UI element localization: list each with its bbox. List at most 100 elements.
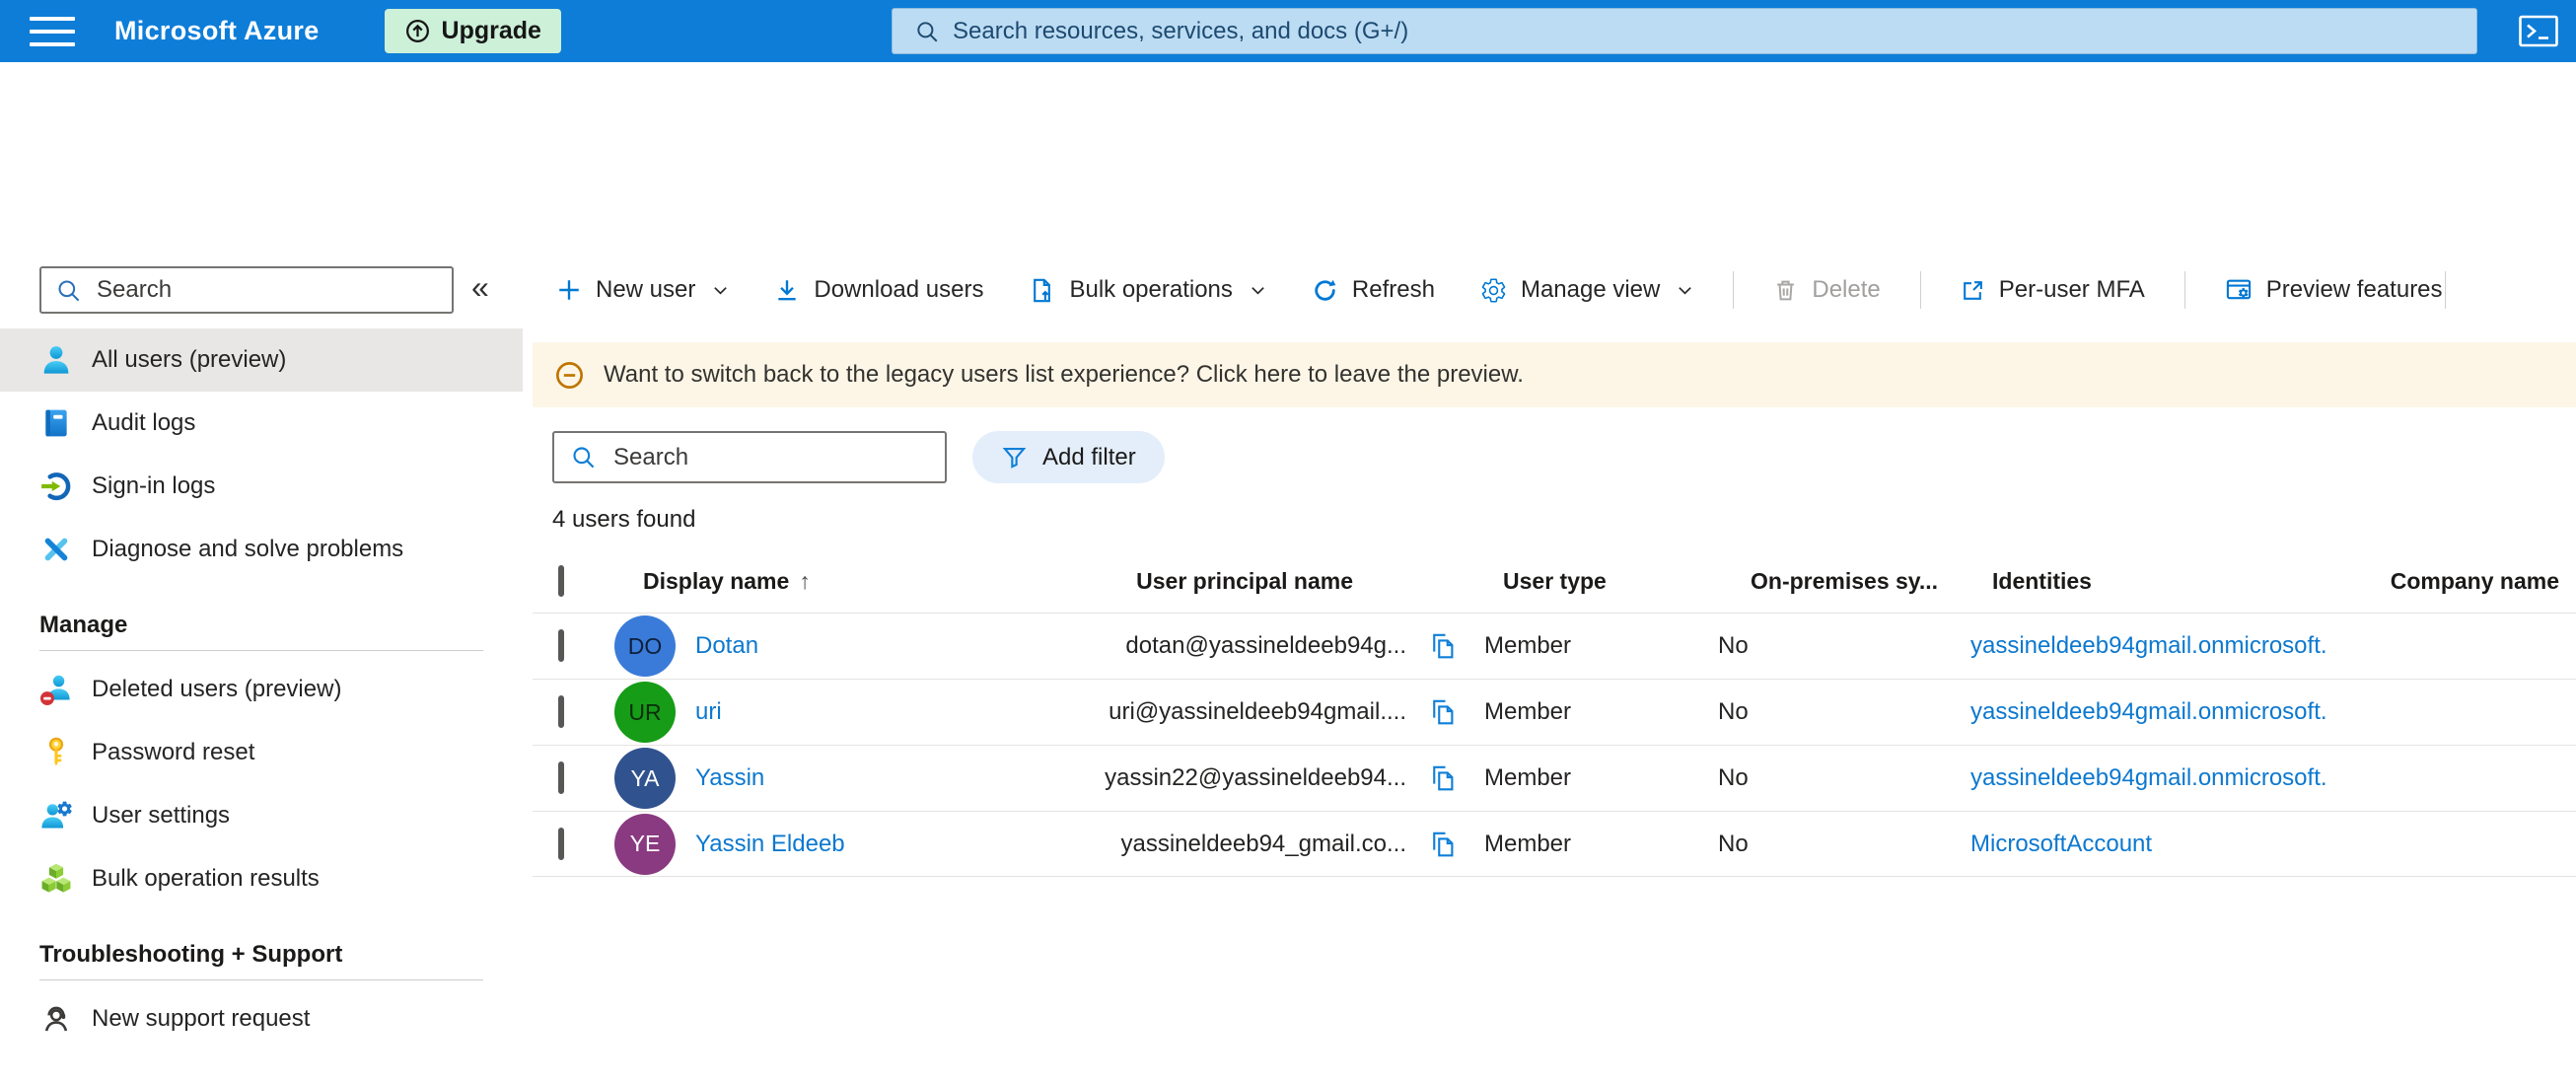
section-divider (39, 979, 483, 980)
identities-link[interactable]: yassineldeeb94gmail.onmicrosoft. (1970, 698, 2327, 725)
chevron-down-icon (1677, 282, 1693, 299)
on-premises-cell: No (1718, 632, 1749, 659)
sidebar-item-label: Diagnose and solve problems (92, 536, 404, 562)
table-header-row: Display name ↑ User principal name User … (533, 550, 2576, 613)
upn-cell: yassin22@yassineldeeb94... (1105, 764, 1406, 791)
document-arrow-icon (1029, 277, 1055, 304)
row-checkbox[interactable] (558, 761, 564, 794)
collapse-sidebar-icon[interactable]: « (471, 269, 489, 306)
identities-link[interactable]: yassineldeeb94gmail.onmicrosoft. (1970, 632, 2327, 659)
avatar: YA (614, 748, 676, 809)
display-name-link[interactable]: uri (695, 698, 722, 725)
user-type-cell: Member (1484, 764, 1572, 791)
main-content: New user Download users Bulk operations (533, 62, 2576, 1085)
download-icon (774, 277, 800, 303)
toolbar-divider (2183, 271, 2185, 309)
identities-link[interactable]: MicrosoftAccount (1970, 831, 2152, 857)
cloud-shell-icon[interactable] (2519, 15, 2558, 47)
select-all-checkbox[interactable] (558, 565, 564, 597)
external-link-icon (1961, 278, 1985, 303)
per-user-mfa-button[interactable]: Per-user MFA (1961, 276, 2145, 304)
copy-icon[interactable] (1412, 697, 1479, 727)
preview-banner: Want to switch back to the legacy users … (533, 342, 2576, 407)
on-premises-cell: No (1718, 830, 1749, 857)
chevron-down-icon (712, 282, 729, 299)
row-checkbox[interactable] (558, 629, 564, 662)
new-user-button[interactable]: New user (556, 276, 729, 304)
sidebar-item-label: Deleted users (preview) (92, 676, 342, 702)
display-name-link[interactable]: Yassin (695, 764, 764, 791)
refresh-button[interactable]: Refresh (1312, 276, 1435, 304)
on-premises-cell: No (1718, 764, 1749, 791)
users-table: Display name ↑ User principal name User … (533, 550, 2576, 877)
table-row: DO Dotan dotan@yassineldeeb94g... Member… (533, 613, 2576, 679)
column-header-user-type[interactable]: User type (1479, 568, 1716, 595)
sidebar-search-input[interactable] (97, 276, 422, 304)
display-name-link[interactable]: Yassin Eldeeb (695, 831, 845, 857)
column-header-identities[interactable]: Identities (1968, 568, 2367, 595)
sidebar-item-password-reset[interactable]: Password reset (0, 721, 523, 784)
sidebar-item-label: New support request (92, 1005, 311, 1032)
download-users-button[interactable]: Download users (774, 276, 983, 304)
display-name-link[interactable]: Dotan (695, 632, 758, 659)
add-filter-button[interactable]: Add filter (972, 431, 1165, 483)
preview-features-button[interactable]: Preview features (2225, 276, 2443, 304)
upgrade-button[interactable]: Upgrade (384, 9, 561, 53)
sidebar: « All users (preview) Audit logs (0, 62, 523, 1085)
sidebar-item-all-users[interactable]: All users (preview) (0, 328, 523, 392)
key-icon (39, 736, 73, 769)
per-user-mfa-label: Per-user MFA (1998, 276, 2145, 303)
sidebar-item-user-settings[interactable]: User settings (0, 784, 523, 847)
copy-icon[interactable] (1412, 830, 1479, 859)
download-users-label: Download users (814, 276, 984, 303)
sidebar-item-deleted-users[interactable]: Deleted users (preview) (0, 658, 523, 721)
upn-cell: dotan@yassineldeeb94g... (1125, 632, 1406, 659)
manage-view-label: Manage view (1520, 276, 1661, 303)
sidebar-item-new-support-request[interactable]: New support request (0, 987, 523, 1050)
column-header-on-premises[interactable]: On-premises sy... (1716, 568, 1968, 595)
table-search-input[interactable] (613, 443, 909, 471)
row-checkbox[interactable] (558, 827, 564, 860)
cubes-icon (39, 862, 73, 896)
bulk-operations-button[interactable]: Bulk operations (1029, 276, 1265, 304)
add-filter-label: Add filter (1042, 443, 1136, 470)
search-icon (55, 277, 82, 304)
support-headset-icon (39, 1002, 73, 1036)
sidebar-item-sign-in-logs[interactable]: Sign-in logs (0, 455, 523, 518)
global-search-input[interactable] (953, 17, 2383, 45)
search-icon (914, 19, 940, 44)
table-search (552, 431, 947, 483)
user-settings-icon (39, 799, 73, 832)
avatar: YE (614, 813, 676, 875)
toolbar-divider (1919, 271, 1921, 309)
refresh-icon (1312, 277, 1338, 304)
copy-icon[interactable] (1412, 631, 1479, 661)
menu-icon[interactable] (30, 16, 75, 46)
sidebar-item-diagnose[interactable]: Diagnose and solve problems (0, 518, 523, 581)
sidebar-item-label: Password reset (92, 739, 255, 765)
table-row: YA Yassin yassin22@yassineldeeb94... Mem… (533, 745, 2576, 811)
minus-circle-icon (554, 360, 585, 391)
sidebar-item-audit-logs[interactable]: Audit logs (0, 392, 523, 455)
topbar: Microsoft Azure Upgrade (0, 0, 2576, 62)
toolbar-divider (1733, 271, 1735, 309)
manage-view-button[interactable]: Manage view (1480, 276, 1693, 304)
banner-message[interactable]: Want to switch back to the legacy users … (604, 361, 1524, 389)
sort-ascending-icon: ↑ (799, 568, 811, 594)
row-checkbox[interactable] (558, 695, 564, 728)
results-count: 4 users found (552, 506, 696, 533)
copy-icon[interactable] (1412, 763, 1479, 793)
column-header-upn[interactable]: User principal name (1093, 568, 1412, 595)
identities-link[interactable]: yassineldeeb94gmail.onmicrosoft. (1970, 764, 2327, 791)
delete-button[interactable]: Delete (1773, 276, 1881, 304)
sidebar-item-label: Bulk operation results (92, 865, 320, 892)
sidebar-item-bulk-results[interactable]: Bulk operation results (0, 847, 523, 910)
column-header-company-name[interactable]: Company name (2367, 568, 2576, 595)
column-header-display-name[interactable]: Display name ↑ (614, 568, 1093, 595)
command-bar: New user Download users Bulk operations (533, 259, 2576, 321)
trash-icon (1773, 278, 1798, 303)
toolbar-divider (2444, 271, 2446, 309)
app-title[interactable]: Microsoft Azure (114, 16, 320, 46)
user-type-cell: Member (1484, 698, 1572, 725)
upgrade-icon (404, 18, 431, 44)
